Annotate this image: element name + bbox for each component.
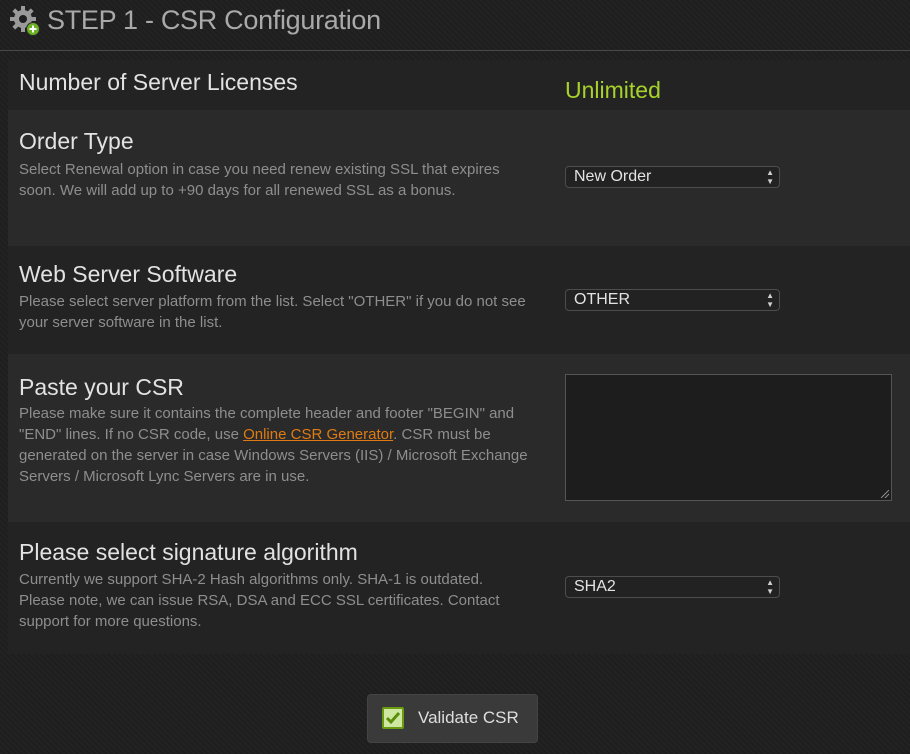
signature-description: Currently we support SHA-2 Hash algorith… xyxy=(19,571,500,630)
page-header: STEP 1 - CSR Configuration xyxy=(0,0,910,51)
signature-row: Please select signature algorithm Curren… xyxy=(8,522,910,654)
check-icon xyxy=(382,707,404,729)
resize-grip-icon[interactable] xyxy=(881,490,891,500)
order-type-selected: New Order xyxy=(574,168,652,185)
signature-title: Please select signature algorithm xyxy=(19,539,358,565)
licenses-value: Unlimited xyxy=(565,77,661,103)
validate-csr-button[interactable]: Validate CSR xyxy=(367,694,538,743)
web-server-title: Web Server Software xyxy=(19,261,238,287)
validate-csr-label: Validate CSR xyxy=(418,708,519,727)
gear-icon xyxy=(10,6,40,36)
page-title: STEP 1 - CSR Configuration xyxy=(47,5,381,35)
signature-select[interactable]: SHA2 ▲ ▼ xyxy=(565,576,780,598)
order-type-title: Order Type xyxy=(19,128,134,154)
licenses-label: Number of Server Licenses xyxy=(19,69,298,95)
csr-row: Paste your CSR Please make sure it conta… xyxy=(8,354,910,522)
online-csr-generator-link[interactable]: Online CSR Generator xyxy=(243,426,393,443)
web-server-row: Web Server Software Please select server… xyxy=(8,246,910,354)
order-type-row: Order Type Select Renewal option in case… xyxy=(8,110,910,246)
select-arrows-icon: ▲ ▼ xyxy=(766,578,774,596)
licenses-row: Number of Server Licenses Unlimited xyxy=(8,60,910,110)
order-type-description: Select Renewal option in case you need r… xyxy=(19,161,500,199)
order-type-select[interactable]: New Order ▲ ▼ xyxy=(565,166,780,188)
select-arrows-icon: ▲ ▼ xyxy=(766,291,774,309)
csr-textarea[interactable] xyxy=(565,374,892,501)
web-server-select[interactable]: OTHER ▲ ▼ xyxy=(565,289,780,311)
signature-selected: SHA2 xyxy=(574,578,616,595)
select-arrows-icon: ▲ ▼ xyxy=(766,168,774,186)
csr-description: Please make sure it contains the complet… xyxy=(19,403,529,487)
web-server-selected: OTHER xyxy=(574,291,630,308)
web-server-description: Please select server platform from the l… xyxy=(19,293,526,331)
csr-title: Paste your CSR xyxy=(19,374,184,400)
